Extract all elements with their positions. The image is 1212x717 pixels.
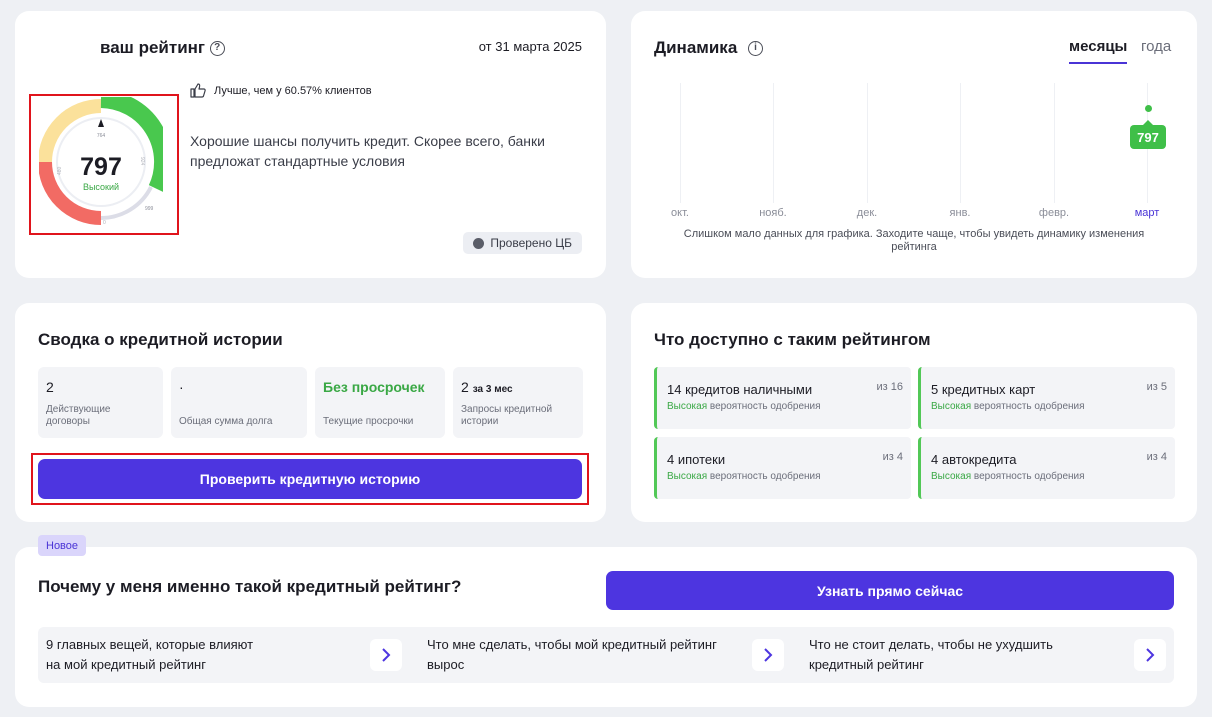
month-label: окт. xyxy=(671,207,689,219)
offer-car-loans[interactable]: 4 автокредита из 4 Высокая вероятность о… xyxy=(918,437,1175,499)
tab-months[interactable]: месяцы xyxy=(1069,38,1128,64)
offer-credit-cards[interactable]: 5 кредитных карт из 5 Высокая вероятност… xyxy=(918,367,1175,429)
grid-line xyxy=(680,83,681,203)
dynamics-card: Динамика i месяцы года 797 окт. нояб. де… xyxy=(631,11,1197,278)
help-icon[interactable]: ? xyxy=(209,41,225,57)
credit-history-card: Сводка о кредитной истории 2 Действующие… xyxy=(15,303,606,522)
month-label: янв. xyxy=(949,207,971,219)
month-label: дек. xyxy=(856,207,878,219)
why-title: Почему у меня именно такой кредитный рей… xyxy=(38,577,462,596)
month-label: февр. xyxy=(1038,207,1070,219)
available-title: Что доступно с таким рейтингом xyxy=(654,330,931,349)
thumbs-up-icon xyxy=(190,83,206,98)
available-offers-card: Что доступно с таким рейтингом 14 кредит… xyxy=(631,303,1197,522)
chart-point xyxy=(1145,105,1152,112)
why-rating-card: Почему у меня именно такой кредитный рей… xyxy=(15,547,1197,707)
stat-active-contracts: 2 Действующие договоры xyxy=(38,367,163,438)
link-main-factors[interactable]: 9 главных вещей, которые влияют на мой кр… xyxy=(46,635,366,675)
better-than: Лучше, чем у 60.57% клиентов xyxy=(190,83,372,98)
stat-total-debt: · Общая сумма долга xyxy=(171,367,307,438)
dynamics-note: Слишком мало данных для графика. Заходит… xyxy=(683,228,1145,253)
month-label-current: март xyxy=(1134,207,1160,219)
dynamics-title: Динамика i xyxy=(654,38,764,58)
grid-line xyxy=(960,83,961,203)
grid-line xyxy=(773,83,774,203)
highlight-frame-gauge xyxy=(29,94,179,235)
learn-now-button[interactable]: Узнать прямо сейчас xyxy=(606,571,1174,610)
rating-date: от 31 марта 2025 xyxy=(478,39,582,54)
offer-mortgages[interactable]: 4 ипотеки из 4 Высокая вероятность одобр… xyxy=(654,437,911,499)
link-what-to-avoid[interactable]: Что не стоит делать, чтобы не ухудшить кр… xyxy=(809,635,1129,675)
highlight-frame-button xyxy=(31,453,589,505)
rating-description: Хорошие шансы получить кредит. Скорее вс… xyxy=(190,133,545,169)
new-badge: Новое xyxy=(38,535,87,556)
rating-card: ваш рейтинг ? от 31 марта 2025 764 480 9… xyxy=(15,11,606,278)
grid-line xyxy=(867,83,868,203)
offer-cash-loans[interactable]: 14 кредитов наличными из 16 Высокая веро… xyxy=(654,367,911,429)
chevron-right-icon[interactable] xyxy=(752,639,784,671)
info-icon[interactable]: i xyxy=(748,41,764,57)
central-bank-icon xyxy=(473,237,485,249)
chart-score-label: 797 xyxy=(1130,120,1166,149)
grid-line xyxy=(1054,83,1055,203)
stat-overdue: Без просрочек Текущие просрочки xyxy=(315,367,445,438)
stat-requests: 2 за 3 мес Запросы кредитной истории xyxy=(453,367,583,438)
why-links-panel: 9 главных вещей, которые влияют на мой кр… xyxy=(38,627,1174,683)
verified-badge: Проверено ЦБ xyxy=(463,232,582,254)
rating-title: ваш рейтинг ? xyxy=(100,38,225,58)
chevron-right-icon[interactable] xyxy=(1134,639,1166,671)
history-title: Сводка о кредитной истории xyxy=(38,330,283,349)
chevron-right-icon[interactable] xyxy=(370,639,402,671)
month-label: нояб. xyxy=(759,207,787,219)
tab-years[interactable]: года xyxy=(1141,38,1171,55)
link-how-to-improve[interactable]: Что мне сделать, чтобы мой кредитный рей… xyxy=(427,635,747,675)
